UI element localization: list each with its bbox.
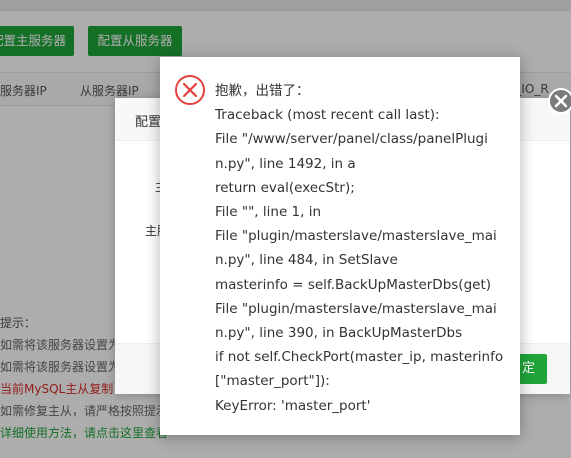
error-heading: 抱歉，出错了：: [215, 83, 310, 99]
error-line: return eval(execStr);: [215, 179, 355, 196]
error-line: Traceback (most recent call last):: [215, 107, 440, 124]
error-popup: 抱歉，出错了： Traceback (most recent call last…: [160, 57, 520, 435]
error-line: n.py", line 390, in BackUpMasterDbs: [215, 325, 463, 342]
error-line: ["master_port"]):: [215, 373, 330, 390]
error-line: File "", line 1, in: [215, 204, 322, 221]
error-circle-x-icon: [174, 74, 206, 106]
close-icon[interactable]: [548, 88, 571, 114]
error-line: masterinfo = self.BackUpMasterDbs(get): [215, 276, 491, 293]
error-line: File "/www/server/panel/class/panelPlugi: [215, 131, 488, 148]
error-line: File "plugin/masterslave/masterslave_mai: [215, 228, 497, 245]
error-message: 抱歉，出错了： Traceback (most recent call last…: [215, 79, 504, 418]
error-line: File "plugin/masterslave/masterslave_mai: [215, 300, 497, 317]
error-line: if not self.CheckPort(master_ip, masteri…: [215, 349, 504, 366]
config-dialog-title: 配置: [135, 115, 162, 130]
error-line: n.py", line 1492, in a: [215, 155, 356, 172]
error-line: KeyError: 'master_port': [215, 397, 371, 414]
error-line: n.py", line 484, in SetSlave: [215, 252, 398, 269]
